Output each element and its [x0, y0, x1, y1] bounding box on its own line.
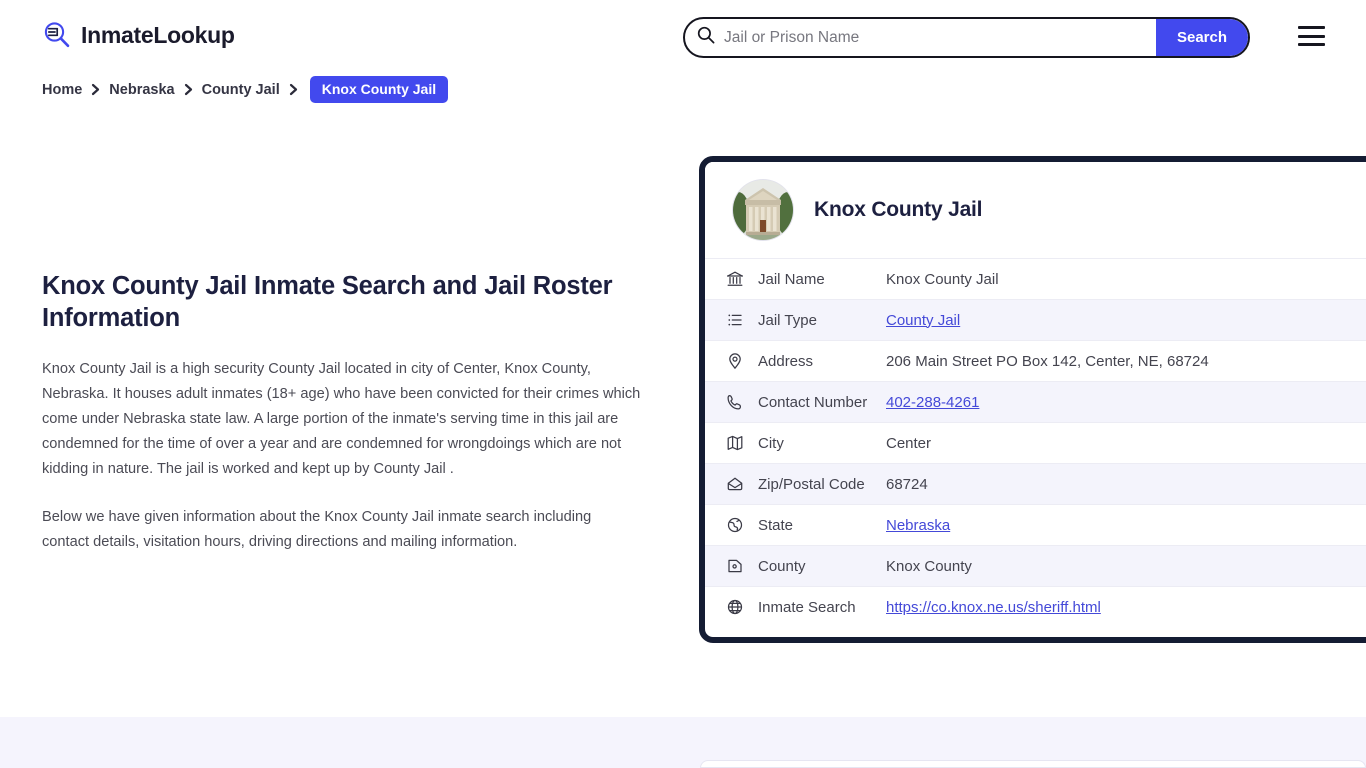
row-label: Contact Number [758, 393, 868, 411]
article-column: Knox County Jail Inmate Search and Jail … [42, 270, 642, 555]
chevron-right-icon [289, 83, 298, 96]
courthouse-photo [733, 180, 793, 240]
brand-logo[interactable]: InmateLookup [42, 20, 235, 50]
page-title: Knox County Jail Inmate Search and Jail … [42, 272, 613, 333]
map-icon [725, 433, 745, 453]
row-label: Jail Name [758, 270, 825, 288]
hamburger-menu-icon[interactable] [1298, 26, 1325, 46]
chevron-right-icon [184, 83, 193, 96]
breadcrumb-item-nebraska[interactable]: Nebraska [109, 82, 174, 98]
next-section-card [700, 760, 1366, 768]
row-label: Jail Type [758, 311, 817, 329]
search-button[interactable]: Search [1156, 19, 1248, 56]
county-map-icon [725, 556, 745, 576]
magnifier-list-icon [42, 20, 72, 50]
row-label: Address [758, 352, 814, 370]
bank-icon [725, 269, 745, 289]
search-input[interactable] [715, 19, 1156, 56]
globe-pin-icon [725, 515, 745, 535]
table-row: Jail Name Knox County Jail [705, 258, 1366, 299]
row-value: Knox County Jail [886, 270, 999, 288]
row-value-link[interactable]: 402-288-4261 [886, 394, 979, 411]
breadcrumb: Home Nebraska County Jail Knox County Ja… [42, 76, 449, 103]
row-value-link[interactable]: https://co.knox.ne.us/sheriff.html [886, 599, 1101, 616]
intro-paragraph: Knox County Jail is a high security Coun… [42, 360, 641, 478]
page-root: InmateLookup Search Home Nebraska [0, 0, 1366, 768]
hamburger-bar [1298, 26, 1325, 29]
list-icon [725, 310, 745, 330]
row-label: City [758, 434, 784, 452]
row-value-link[interactable]: County Jail [886, 312, 960, 329]
jail-info-card-title: Knox County Jail [814, 198, 983, 221]
jail-info-card-header: Knox County Jail [705, 162, 1366, 258]
breadcrumb-item-county-jail[interactable]: County Jail [202, 82, 280, 98]
map-pin-icon [725, 351, 745, 371]
breadcrumb-item-current: Knox County Jail [309, 76, 449, 103]
jail-info-table: Jail Name Knox County Jail Jail Type Cou… [705, 258, 1366, 627]
row-label: Inmate Search [758, 598, 856, 616]
table-row: Contact Number 402-288-4261 [705, 381, 1366, 422]
phone-icon [725, 392, 745, 412]
breadcrumb-item-home[interactable]: Home [42, 82, 82, 98]
table-row: State Nebraska [705, 504, 1366, 545]
search-icon [685, 26, 715, 49]
table-row: County Knox County [705, 545, 1366, 586]
table-row: Address 206 Main Street PO Box 142, Cent… [705, 340, 1366, 381]
row-value-link[interactable]: Nebraska [886, 517, 950, 534]
table-row: Zip/Postal Code 68724 [705, 463, 1366, 504]
row-value: Knox County [886, 557, 972, 575]
envelope-icon [725, 474, 745, 494]
secondary-paragraph: Below we have given information about th… [42, 509, 592, 551]
brand-name: InmateLookup [81, 21, 235, 48]
site-header: InmateLookup Search [0, 0, 1366, 72]
table-row: Jail Type County Jail [705, 299, 1366, 340]
table-row: Inmate Search https://co.knox.ne.us/sher… [705, 586, 1366, 627]
row-value: Center [886, 434, 932, 452]
jail-info-card: Knox County Jail Jail Name Knox County J… [699, 156, 1366, 643]
row-label: Zip/Postal Code [758, 475, 865, 493]
row-value: 68724 [886, 475, 928, 493]
chevron-right-icon [91, 83, 100, 96]
hamburger-bar [1298, 34, 1325, 38]
row-label: County [758, 557, 806, 575]
hamburger-bar [1298, 43, 1325, 46]
row-label: State [758, 516, 794, 534]
row-value: 206 Main Street PO Box 142, Center, NE, … [886, 352, 1209, 370]
search-bar[interactable]: Search [683, 17, 1250, 58]
globe-icon [725, 597, 745, 617]
table-row: City Center [705, 422, 1366, 463]
